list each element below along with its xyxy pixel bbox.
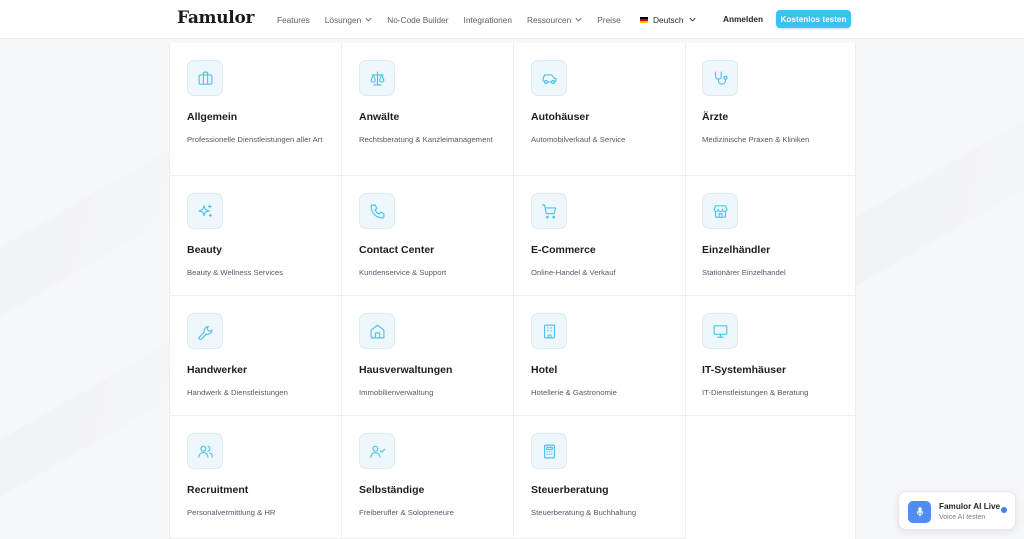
industry-description: Automobilverkauf & Service [531,135,626,144]
industry-card-aerzte[interactable]: Ärzte Medizinische Praxen & Kliniken [685,43,857,176]
user-check-icon [359,433,395,469]
industry-description: Stationärer Einzelhandel [702,268,786,277]
industry-title: Selbständige [359,484,425,496]
language-label: Deutsch [653,14,684,25]
industry-title: Allgemein [187,111,238,123]
industry-card-einzelhaendler[interactable]: Einzelhändler Stationärer Einzelhandel [685,176,857,296]
industry-description: Kundenservice & Support [359,268,447,277]
nav-link-loesungen[interactable]: Lösungen [325,15,372,25]
wrench-icon [187,313,223,349]
industry-title: Recruitment [187,484,249,496]
industry-title: Autohäuser [531,111,590,123]
live-indicator-dot [1001,507,1007,513]
building-icon [531,313,567,349]
industry-card-anwaelte[interactable]: Anwälte Rechtsberatung & Kanzleimanageme… [342,43,514,176]
industry-card-handwerker[interactable]: Handwerker Handwerk & Dienstleistungen [170,296,342,416]
chevron-down-icon [689,17,697,22]
users-icon [187,433,223,469]
chevron-down-icon [365,17,372,22]
industry-title: Hotel [531,364,558,376]
store-icon [702,193,738,229]
industry-description: Personalvermittlung & HR [187,508,276,517]
nav-link-features[interactable]: Features [277,15,310,25]
home-icon [359,313,395,349]
microphone-icon [908,501,931,523]
industry-card-autohaeuser[interactable]: Autohäuser Automobilverkauf & Service [514,43,686,176]
industry-card-steuerberatung[interactable]: Steuerberatung Steuerberatung & Buchhalt… [514,416,686,539]
calculator-icon [531,433,567,469]
industry-card-it-systemhaeuser[interactable]: IT-Systemhäuser IT-Dienstleistungen & Be… [685,296,857,416]
industry-description: Online-Handel & Verkauf [531,268,616,277]
industry-title: E-Commerce [531,244,596,256]
nav-link-integrationen[interactable]: Integrationen [464,15,512,25]
german-flag-icon [640,16,648,23]
monitor-icon [702,313,738,349]
industry-description: IT-Dienstleistungen & Beratung [702,388,809,397]
industry-grid: Allgemein Professionelle Dienstleistunge… [169,43,857,539]
industry-title: Hausverwaltungen [359,364,453,376]
chevron-down-icon [575,17,582,22]
cart-icon [531,193,567,229]
industry-card-beauty[interactable]: Beauty Beauty & Wellness Services [170,176,342,296]
industry-title: Anwälte [359,111,400,123]
ai-widget-title: Famulor AI Live [939,502,1001,511]
industry-description: Handwerk & Dienstleistungen [187,388,288,397]
famulor-logo[interactable]: Famulor [177,8,254,28]
ai-widget-subtitle: Voice AI testen [939,514,986,521]
industry-description: Immobilienverwaltung [359,388,434,397]
ai-live-widget[interactable]: Famulor AI Live Voice AI testen [898,491,1016,530]
nav-link-preise[interactable]: Preise [597,15,621,25]
scale-icon [359,60,395,96]
industry-card-e-commerce[interactable]: E-Commerce Online-Handel & Verkauf [514,176,686,296]
industry-title: Steuerberatung [531,484,609,496]
nav-link-no-code-builder[interactable]: No-Code Builder [387,15,448,25]
briefcase-icon [187,60,223,96]
language-selector[interactable]: Deutsch [640,0,697,39]
industry-card-hausverwaltungen[interactable]: Hausverwaltungen Immobilienverwaltung [342,296,514,416]
industry-description: Steuerberatung & Buchhaltung [531,508,637,517]
login-link[interactable]: Anmelden [723,14,763,24]
industry-description: Medizinische Praxen & Kliniken [702,135,810,144]
free-trial-button[interactable]: Kostenlos testen [776,10,851,28]
nav-link-ressourcen[interactable]: Ressourcen [527,15,582,25]
industry-card-recruitment[interactable]: Recruitment Personalvermittlung & HR [170,416,342,539]
stethoscope-icon [702,60,738,96]
industry-title: IT-Systemhäuser [702,364,787,376]
industry-title: Einzelhändler [702,244,771,256]
industry-title: Handwerker [187,364,248,376]
industry-card-hotel[interactable]: Hotel Hotellerie & Gastronomie [514,296,686,416]
industry-card-selbstaendige[interactable]: Selbständige Freiberufler & Solopreneure [342,416,514,539]
industry-description: Hotellerie & Gastronomie [531,388,617,397]
top-navbar: Famulor Features Lösungen No-Code Builde… [0,0,1024,39]
industry-title: Beauty [187,244,223,256]
industry-description: Professionelle Dienstleistungen aller Ar… [187,135,323,144]
car-icon [531,60,567,96]
phone-icon [359,193,395,229]
industry-title: Contact Center [359,244,435,256]
industry-description: Rechtsberatung & Kanzleimanagement [359,135,493,144]
industry-card-contact-center[interactable]: Contact Center Kundenservice & Support [342,176,514,296]
industry-description: Freiberufler & Solopreneure [359,508,454,517]
industry-description: Beauty & Wellness Services [187,268,283,277]
industry-title: Ärzte [702,111,729,123]
nav-links: Features Lösungen No-Code Builder Integr… [277,0,636,39]
industry-card-allgemein[interactable]: Allgemein Professionelle Dienstleistunge… [170,43,342,176]
sparkles-icon [187,193,223,229]
